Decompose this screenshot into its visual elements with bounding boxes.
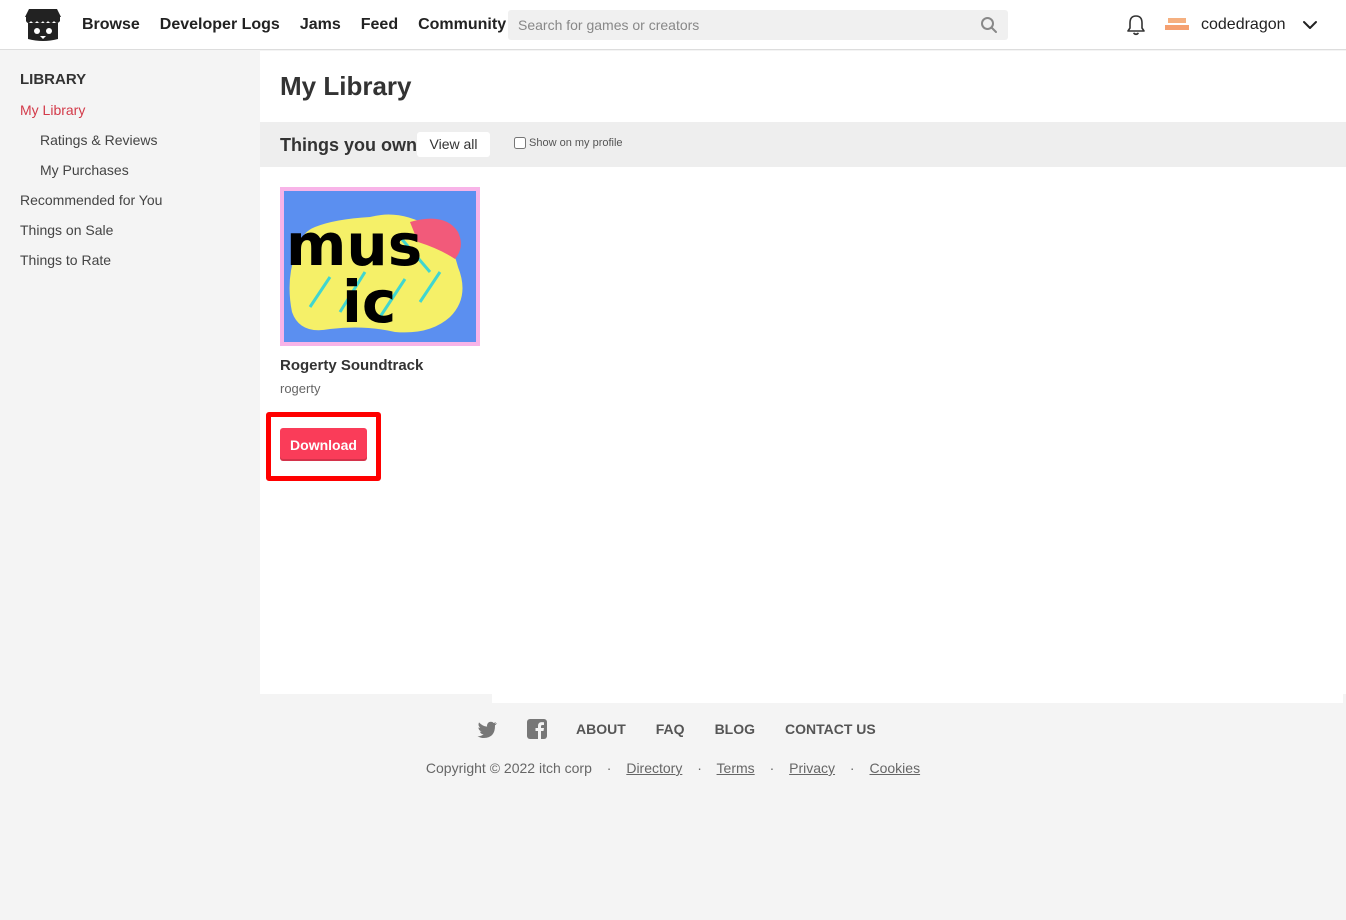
game-cover-image[interactable]: mus ic (280, 187, 480, 346)
footer-links: ABOUT FAQ BLOG CONTACT US (476, 716, 906, 742)
nav-feed[interactable]: Feed (361, 16, 398, 34)
cover-text-ic: ic (342, 268, 396, 336)
section-title: Things you own (280, 135, 417, 155)
facebook-icon[interactable] (526, 718, 548, 740)
chevron-down-icon[interactable] (1301, 16, 1319, 34)
nav-jams[interactable]: Jams (300, 16, 341, 34)
nav-community[interactable]: Community (418, 16, 506, 34)
footer-blog-link[interactable]: BLOG (715, 721, 755, 737)
game-author[interactable]: rogerty (280, 381, 320, 396)
footer-directory-link[interactable]: Directory (626, 760, 682, 776)
view-all-button[interactable]: View all (417, 132, 490, 157)
sidebar-item-things-to-rate[interactable]: Things to Rate (20, 252, 111, 268)
sidebar-heading: LIBRARY (20, 71, 87, 88)
copyright-bar: Copyright © 2022 itch corp · Directory ·… (0, 760, 1346, 776)
footer-privacy-link[interactable]: Privacy (789, 760, 835, 776)
sidebar-item-ratings-reviews[interactable]: Ratings & Reviews (40, 132, 158, 148)
sidebar-item-my-purchases[interactable]: My Purchases (40, 162, 129, 178)
footer-faq-link[interactable]: FAQ (656, 721, 685, 737)
separator: · (769, 760, 775, 776)
main-content: My Library Things you own View all Show … (260, 51, 1346, 694)
separator: · (606, 760, 612, 776)
nav-browse[interactable]: Browse (82, 16, 140, 34)
copyright-text: Copyright © 2022 itch corp (425, 760, 592, 776)
main-content-bottom-edge (492, 694, 1343, 703)
search-icon[interactable] (980, 16, 998, 34)
top-header: Browse Developer Logs Jams Feed Communit… (0, 0, 1346, 50)
separator: · (849, 760, 855, 776)
sidebar-item-recommended[interactable]: Recommended for You (20, 192, 162, 208)
show-on-profile-checkbox[interactable] (514, 137, 526, 149)
avatar-image-icon (1165, 18, 1189, 30)
footer-contact-link[interactable]: CONTACT US (785, 721, 876, 737)
bell-icon[interactable] (1126, 14, 1146, 36)
show-on-profile-label: Show on my profile (529, 137, 623, 149)
twitter-icon[interactable] (476, 718, 498, 740)
itchio-logo-icon[interactable] (24, 6, 62, 44)
search-input[interactable] (508, 10, 1008, 40)
page-title: My Library (280, 71, 412, 101)
footer-terms-link[interactable]: Terms (717, 760, 755, 776)
username[interactable]: codedragon (1201, 0, 1286, 50)
show-on-profile-toggle[interactable]: Show on my profile (514, 137, 623, 149)
sidebar-item-things-on-sale[interactable]: Things on Sale (20, 222, 113, 238)
section-header: Things you own View all Show on my profi… (260, 122, 1346, 167)
avatar[interactable] (1164, 15, 1190, 35)
search-box (508, 10, 1008, 40)
download-button[interactable]: Download (280, 428, 367, 461)
footer-cookies-link[interactable]: Cookies (869, 760, 920, 776)
library-sidebar: LIBRARY My Library Ratings & Reviews My … (0, 51, 260, 920)
footer-about-link[interactable]: ABOUT (576, 721, 626, 737)
main-nav: Browse Developer Logs Jams Feed Communit… (82, 0, 506, 50)
separator: · (697, 760, 702, 776)
game-title[interactable]: Rogerty Soundtrack (280, 357, 423, 374)
nav-developer-logs[interactable]: Developer Logs (160, 16, 280, 34)
sidebar-item-my-library[interactable]: My Library (20, 102, 85, 118)
